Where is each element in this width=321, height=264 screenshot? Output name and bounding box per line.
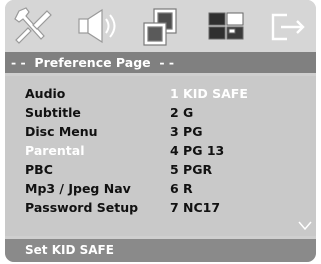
scroll-down-icon[interactable] (298, 216, 312, 235)
menu-label: PBC (25, 162, 53, 177)
status-bar: Set KID SAFE (5, 239, 316, 262)
menu-label: Disc Menu (25, 124, 98, 139)
video-icon[interactable] (140, 5, 184, 49)
menu-row-subtitle[interactable]: Subtitle 2 G (5, 103, 316, 122)
menu-row-disc-menu[interactable]: Disc Menu 3 PG (5, 122, 316, 141)
menu-label: Subtitle (25, 105, 81, 120)
menu-option[interactable]: 2 G (170, 103, 193, 122)
speaker-icon[interactable] (75, 5, 119, 49)
exit-icon[interactable] (267, 5, 311, 49)
menu-list: Audio 1 KID SAFE Subtitle 2 G Disc Menu … (5, 76, 316, 236)
menu-row-parental[interactable]: Parental 4 PG 13 (5, 141, 316, 160)
page-title: - - Preference Page - - (5, 52, 316, 73)
wrench-screwdriver-icon[interactable] (11, 5, 55, 49)
menu-option[interactable]: 3 PG (170, 122, 202, 141)
menu-option[interactable]: 4 PG 13 (170, 141, 224, 160)
menu-label: Password Setup (25, 200, 139, 215)
menu-label-highlighted: Parental (25, 143, 85, 158)
menu-option-selected[interactable]: 1 KID SAFE (170, 84, 248, 103)
menu-option[interactable]: 5 PGR (170, 160, 212, 179)
menu-row-password-setup[interactable]: Password Setup 7 NC17 (5, 198, 316, 217)
menu-row-pbc[interactable]: PBC 5 PGR (5, 160, 316, 179)
menu-label: Mp3 / Jpeg Nav (25, 181, 131, 196)
menu-row-audio[interactable]: Audio 1 KID SAFE (5, 84, 316, 103)
preferences-icon[interactable] (205, 5, 249, 49)
menu-label: Audio (25, 86, 66, 101)
menu-row-mp3-jpeg-nav[interactable]: Mp3 / Jpeg Nav 6 R (5, 179, 316, 198)
setup-menu-frame: - - Preference Page - - Audio 1 KID SAFE… (5, 0, 316, 262)
menu-option[interactable]: 7 NC17 (170, 198, 220, 217)
menu-option[interactable]: 6 R (170, 179, 193, 198)
icon-bar (5, 0, 316, 58)
